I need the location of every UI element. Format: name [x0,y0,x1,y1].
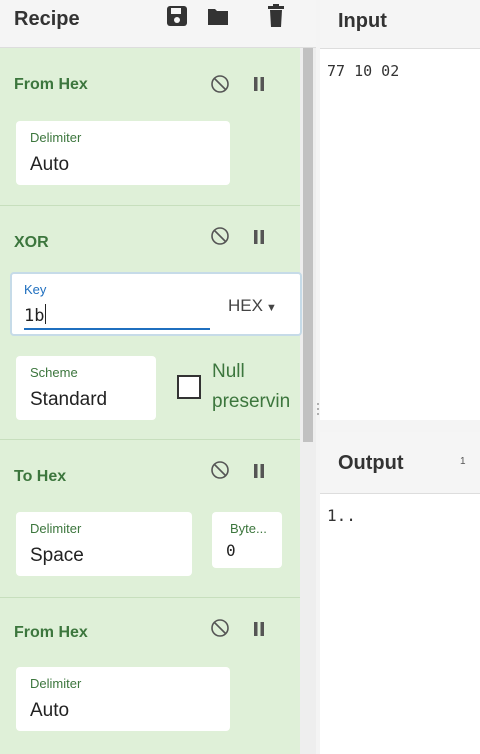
key-underline [24,328,210,330]
pause-icon[interactable] [252,76,266,92]
output-text[interactable]: 1.. [327,506,356,525]
vertical-gutter[interactable] [316,0,320,754]
operation-from-hex[interactable]: From Hex Delimiter Auto [0,48,300,206]
operation-title: From Hex [14,76,88,93]
save-icon[interactable] [166,3,188,29]
recipe-title: Recipe [14,8,80,30]
disable-icon[interactable] [210,460,230,480]
output-header: Output 1 [320,432,480,494]
operation-to-hex[interactable]: To Hex Delimiter Space Byte... 0 [0,440,300,598]
key-format-dropdown[interactable]: HEX ▼ [228,296,277,316]
field-value: Auto [30,154,70,175]
pause-icon[interactable] [252,621,266,637]
input-header: Input [320,0,480,49]
field-label: Key [24,282,47,297]
field-value: Auto [30,700,70,721]
output-length: 1 [460,456,466,467]
field-label: Byte... [230,521,267,536]
disable-icon[interactable] [210,74,230,94]
horizontal-gutter[interactable] [320,420,480,432]
scheme-field[interactable]: Scheme Standard [16,356,156,420]
null-preserving-label: Null preservin [212,361,291,412]
trash-icon[interactable] [265,3,287,29]
field-value: 0 [226,541,236,560]
delimiter-field[interactable]: Delimiter Auto [16,667,230,731]
field-label: Delimiter [30,676,82,691]
field-label: Scheme [30,365,78,380]
key-input[interactable]: 1b [24,304,47,326]
caret-down-icon: ▼ [265,302,277,314]
recipe-header: Recipe [0,0,316,48]
field-value: Standard [30,389,108,410]
operation-from-hex[interactable]: From Hex Delimiter Auto [0,598,300,754]
recipe-scrollbar-thumb[interactable] [303,48,313,442]
operation-title: From Hex [14,624,88,641]
key-field[interactable]: Key 1b HEX ▼ [10,272,302,336]
delimiter-field[interactable]: Delimiter Space [16,512,192,576]
field-label: Delimiter [30,130,82,145]
resize-handle-icon[interactable] [316,402,320,416]
input-textarea[interactable]: 77 10 02 [327,62,399,80]
operation-title: XOR [14,234,49,251]
pause-icon[interactable] [252,229,266,245]
output-title: Output [338,452,404,474]
disable-icon[interactable] [210,618,230,638]
input-title: Input [338,10,387,32]
operation-title: To Hex [14,468,67,485]
bytes-per-line-field[interactable]: Byte... 0 [212,512,282,568]
disable-icon[interactable] [210,226,230,246]
null-preserving-checkbox[interactable] [177,375,201,399]
delimiter-field[interactable]: Delimiter Auto [16,121,230,185]
pause-icon[interactable] [252,463,266,479]
field-value: Space [30,545,84,566]
operation-xor[interactable]: XOR Key 1b HEX ▼ Scheme Standard Null pres… [0,206,302,440]
folder-icon[interactable] [207,3,229,29]
field-label: Delimiter [30,521,82,536]
